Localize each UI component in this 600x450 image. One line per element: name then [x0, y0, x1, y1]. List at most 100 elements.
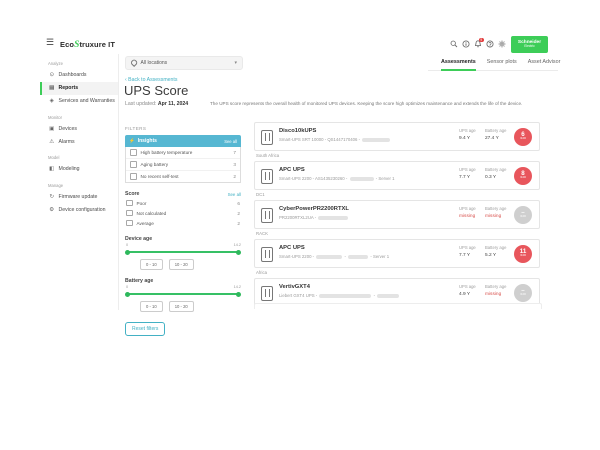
battery-age-label: Battery age: [485, 128, 506, 133]
sidebar-item[interactable]: ▤ Reports: [40, 82, 118, 95]
sidebar-item-icon: ◧: [48, 166, 56, 172]
filter-checkbox-row[interactable]: Aging battery 3: [126, 159, 240, 171]
filter-checkbox-row[interactable]: Not calculated 2: [125, 208, 241, 218]
ups-age-column: UPS age 4.9 Y: [459, 284, 476, 297]
device-subtitle: Smart-UPS SRT 10000 - QS1447170406 -: [279, 137, 391, 142]
sidebar-item[interactable]: ◧ Modeling: [40, 163, 118, 176]
range-button[interactable]: 10 - 20: [169, 259, 194, 270]
filter-count: 2: [237, 221, 240, 226]
device-card[interactable]: Disco10kUPS Smart-UPS SRT 10000 - QS1447…: [254, 122, 540, 151]
score-denominator: /100: [520, 293, 526, 297]
filter-label: Aging battery: [141, 162, 169, 167]
sidebar-item[interactable]: ⚙ Device configuration: [40, 203, 118, 216]
device-location-label: Africa: [256, 270, 540, 276]
battery-age-label: Battery age: [485, 167, 506, 172]
battery-age-value: missing: [485, 214, 506, 219]
filter-label: Average: [137, 221, 154, 226]
ups-device-icon: [261, 286, 273, 301]
sidebar-item-icon: ⚠: [48, 139, 56, 145]
ups-age-value: 9.4 Y: [459, 136, 476, 141]
device-name: Disco10kUPS: [279, 128, 316, 134]
sidebar-item[interactable]: ↻ Firmware update: [40, 190, 118, 203]
ups-age-column: UPS age missing: [459, 206, 476, 219]
reset-filters-button[interactable]: Reset filters: [125, 322, 165, 336]
last-updated: Last updated: Apr 11, 2024: [125, 101, 188, 107]
sidebar-item[interactable]: ◈ Services and Warranties: [40, 95, 118, 108]
ups-age-value: 7.7 Y: [459, 175, 476, 180]
checkbox[interactable]: [130, 161, 137, 168]
sidebar-section-label: Analyze: [48, 61, 118, 66]
range-button[interactable]: 0 - 10: [140, 259, 163, 270]
score-header-label: Score: [125, 191, 139, 197]
sidebar-item[interactable]: ⊙ Dashboards: [40, 69, 118, 82]
slider-handle-max[interactable]: [236, 250, 241, 255]
slider-handle-min[interactable]: [125, 292, 130, 297]
score-filter-header: Score See all: [125, 191, 241, 197]
location-selector[interactable]: All locations ▾: [125, 56, 243, 70]
brand-prefix: Eco: [60, 40, 74, 49]
hamburger-menu-icon[interactable]: ☰: [46, 38, 54, 47]
help-icon[interactable]: [486, 40, 494, 48]
checkbox[interactable]: [130, 173, 137, 180]
checkbox[interactable]: [130, 149, 137, 156]
score-badge: – /100: [514, 284, 532, 302]
sidebar-item[interactable]: ⚠ Alarms: [40, 135, 118, 148]
checkbox[interactable]: [126, 200, 133, 207]
device-card[interactable]: APC UPS Smart-UPS 2200 - AS1435230260 - …: [254, 161, 540, 190]
sidebar-item[interactable]: ▣ Devices: [40, 122, 118, 135]
slider-max-value: 14.2: [234, 243, 241, 247]
battery-age-label: Battery age: [125, 278, 241, 284]
device-card[interactable]: CyberPowerPR2200RTXL PR2200RTXL2UA - UPS…: [254, 200, 540, 229]
insights-header-label: Insights: [138, 138, 157, 144]
checkbox[interactable]: [126, 220, 133, 227]
tab[interactable]: Sensor plots: [487, 59, 517, 65]
device-card[interactable]: APC UPS Smart-UPS 2200 - - - Server 1 UP…: [254, 239, 540, 268]
battery-age-label: Battery age: [485, 284, 506, 289]
report-tabs: Assessments Sensor plots Asset Advisor: [428, 59, 558, 71]
battery-age-filter: Battery age 0 14.2 0 - 10 10 - 20: [125, 278, 241, 312]
ups-age-value: missing: [459, 214, 476, 219]
battery-age-column: Battery age 0.3 Y: [485, 167, 506, 180]
filter-checkbox-row[interactable]: High battery temperature 7: [126, 147, 240, 159]
info-icon[interactable]: [462, 40, 470, 48]
battery-age-column: Battery age 5.2 Y: [485, 245, 506, 258]
insights-filter-header[interactable]: ⚡ Insights See all: [125, 135, 241, 147]
device-age-slider[interactable]: 0 14.2: [125, 243, 241, 256]
ups-age-label: UPS age: [459, 245, 476, 250]
ups-age-column: UPS age 7.7 Y: [459, 245, 476, 258]
ups-age-value: 7.7 Y: [459, 253, 476, 258]
insights-see-all-link[interactable]: See all: [224, 139, 237, 144]
range-button[interactable]: 10 - 20: [169, 301, 194, 312]
tab[interactable]: Assessments: [441, 59, 476, 65]
checkbox[interactable]: [126, 210, 133, 217]
device-age-range-buttons: 0 - 10 10 - 20: [140, 259, 241, 270]
ups-device-icon: [261, 208, 273, 223]
device-age-label: Device age: [125, 236, 241, 242]
slider-handle-max[interactable]: [236, 292, 241, 297]
notifications-icon[interactable]: 9: [474, 40, 482, 48]
sidebar-nav: Analyze ⊙ Dashboards ▤ Reports ◈ Service…: [40, 54, 118, 216]
ups-age-label: UPS age: [459, 128, 476, 133]
battery-age-column: Battery age missing: [485, 206, 506, 219]
insights-icon: ⚡: [129, 138, 135, 144]
search-icon[interactable]: [450, 40, 458, 48]
settings-gear-icon[interactable]: [498, 40, 506, 48]
battery-age-slider[interactable]: 0 14.2: [125, 285, 241, 298]
tab[interactable]: Asset Advisor: [528, 59, 561, 65]
filter-checkbox-row[interactable]: Poor 6: [125, 198, 241, 208]
filter-checkbox-row[interactable]: Average 2: [125, 218, 241, 228]
sidebar-section-label: Model: [48, 155, 118, 160]
ups-age-column: UPS age 9.4 Y: [459, 128, 476, 141]
score-see-all-link[interactable]: See all: [228, 192, 241, 197]
device-name: APC UPS: [279, 167, 305, 173]
slider-handle-min[interactable]: [125, 250, 130, 255]
filter-label: High battery temperature: [141, 150, 193, 155]
ups-device-icon: [261, 247, 273, 262]
schneider-electric-logo[interactable]: Schneider Electric: [511, 36, 548, 53]
location-selector-label: All locations: [141, 60, 168, 66]
filter-checkbox-row[interactable]: No recent self-test 2: [126, 171, 240, 182]
device-name: APC UPS: [279, 245, 305, 251]
battery-age-column: Battery age missing: [485, 284, 506, 297]
range-button[interactable]: 0 - 10: [140, 301, 163, 312]
device-name: VertivGXT4: [279, 284, 310, 290]
